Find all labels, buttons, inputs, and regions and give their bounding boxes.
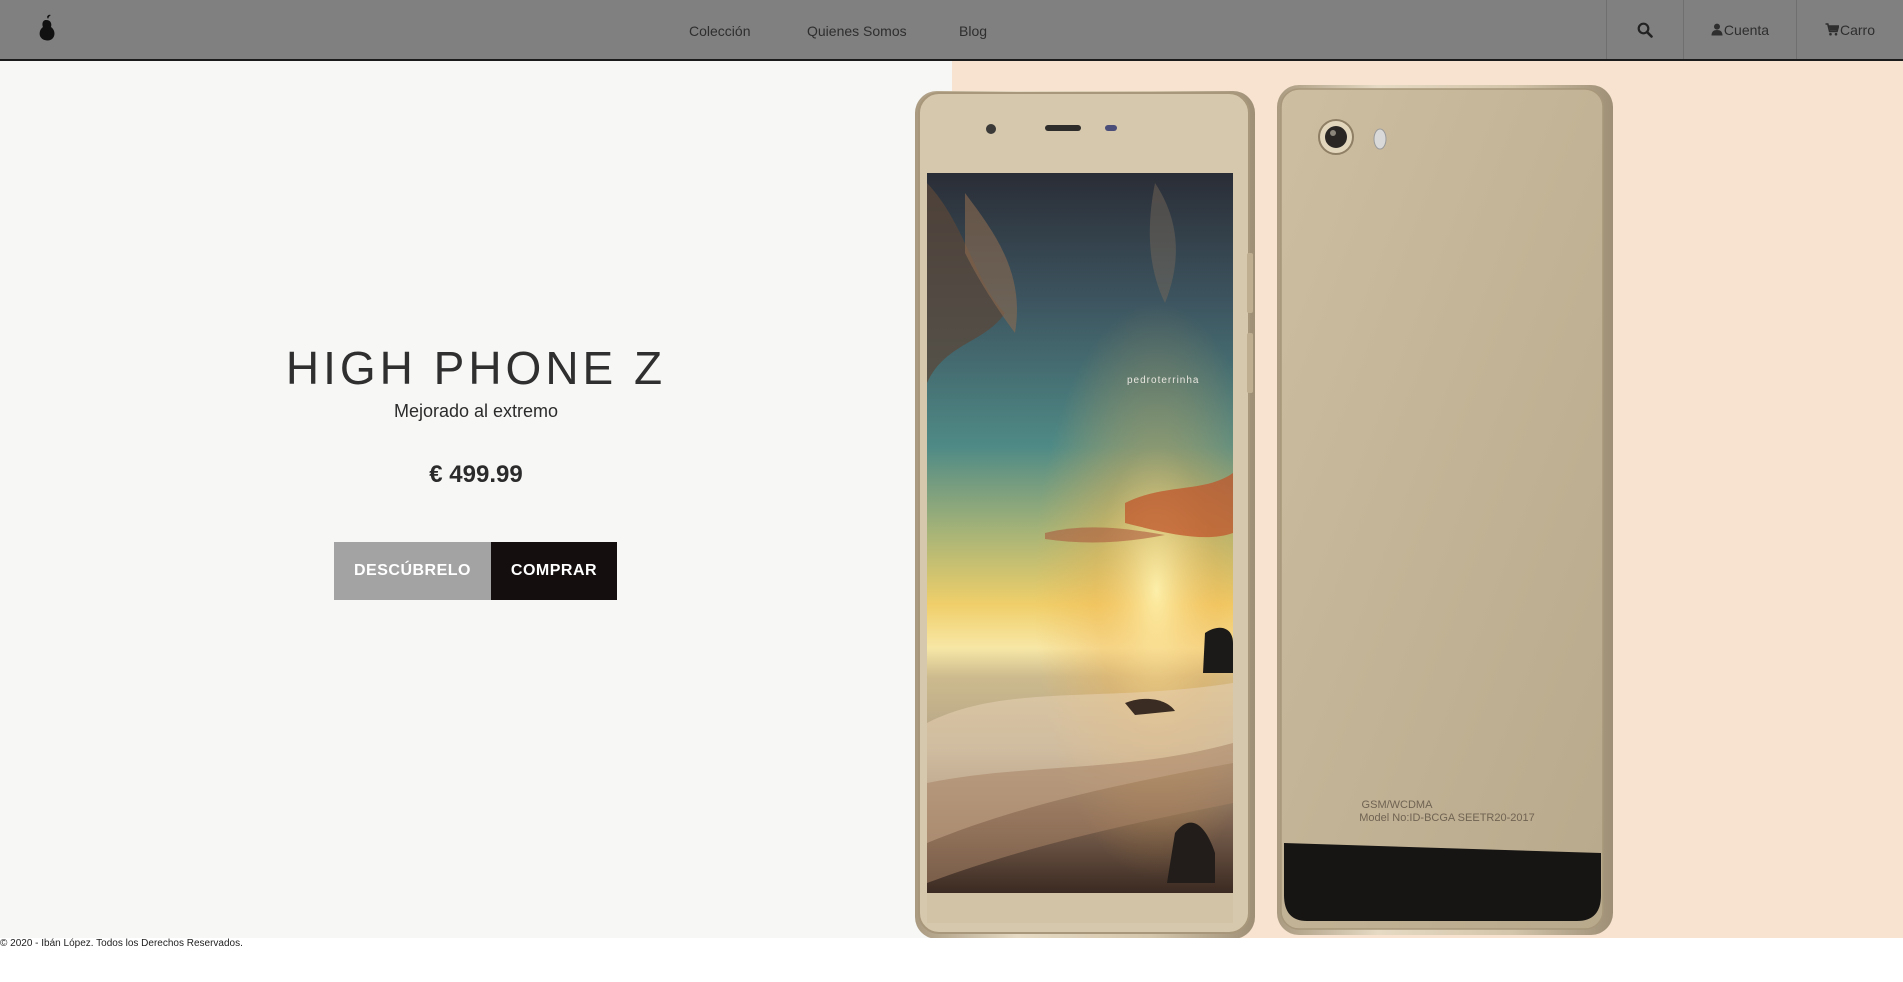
discover-button[interactable]: DESCÚBRELO: [334, 542, 491, 600]
nav-link-quienes-somos[interactable]: Quienes Somos: [807, 0, 907, 59]
nav-link-coleccion[interactable]: Colección: [689, 0, 750, 59]
navbar: Colección Quienes Somos Blog Cuenta Carr…: [0, 0, 1903, 61]
cart-label: Carro: [1839, 21, 1875, 38]
screen-watermark: pedroterrinha: [1127, 375, 1199, 386]
product-subtitle: Mejorado al extremo: [393, 401, 559, 421]
user-icon: [1711, 23, 1723, 36]
buy-button[interactable]: COMPRAR: [491, 542, 617, 600]
footer: © 2020 - Ibán López. Todos los Derechos …: [0, 938, 1903, 982]
hero-left-panel: [0, 61, 952, 938]
cart-icon: [1825, 23, 1839, 36]
phone-back-line2: Model No:ID-BCGA SEETR20-2017: [1359, 812, 1534, 824]
nav-link-blog[interactable]: Blog: [959, 0, 987, 59]
account-label: Cuenta: [1723, 21, 1770, 38]
account-button[interactable]: Cuenta: [1683, 0, 1796, 59]
pear-logo-icon[interactable]: [34, 14, 60, 42]
hero-section: HIGH PHONE Z Mejorado al extremo € 499.9…: [0, 61, 1903, 939]
phone-back: GSM/WCDMA Model No:ID-BCGA SEETR20-2017: [1277, 85, 1613, 935]
cart-button[interactable]: Carro: [1796, 0, 1903, 59]
search-icon: [1637, 22, 1653, 38]
copyright-text: © 2020 - Ibán López. Todos los Derechos …: [0, 938, 243, 949]
product-title: HIGH PHONE Z: [285, 342, 667, 394]
product-image: pedroterrinha GSM/WCDMA Model No:ID-BCGA…: [915, 85, 1613, 939]
search-button[interactable]: [1606, 0, 1683, 59]
phone-front: pedroterrinha: [915, 91, 1255, 939]
product-price: € 499.99: [429, 461, 523, 488]
phone-back-line1: GSM/WCDMA: [1362, 799, 1434, 811]
